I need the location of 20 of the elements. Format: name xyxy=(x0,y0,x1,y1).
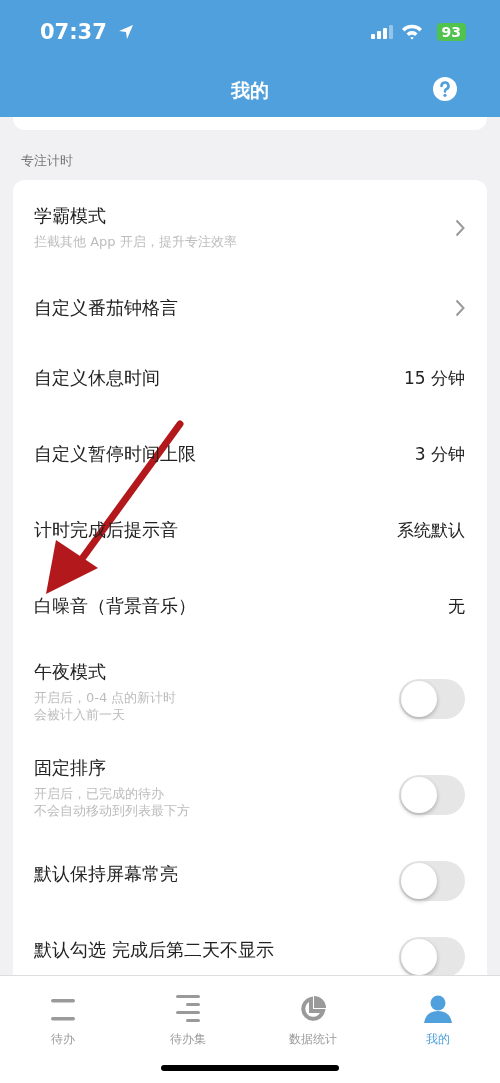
setting-description: 拦截其他 App 开启，提升专注效率 xyxy=(34,234,237,251)
section-label: 专注计时 xyxy=(20,152,74,170)
setting-value[interactable]: 无 xyxy=(448,594,465,618)
setting-title: 默认勾选 完成后第二天不显示 xyxy=(34,938,274,962)
setting-description: 开启后，已完成的待办 xyxy=(34,786,164,803)
setting-description: 不会自动移动到列表最下方 xyxy=(34,803,190,820)
setting-value[interactable]: 3 分钟 xyxy=(414,442,465,466)
setting-title: 默认保持屏幕常亮 xyxy=(34,862,178,886)
setting-title: 学霸模式 xyxy=(34,204,106,229)
setting-description: 开启后，0-4 点的新计时 xyxy=(34,690,177,707)
setting-title: 固定排序 xyxy=(34,756,106,781)
status-time: 07:37 xyxy=(40,20,107,44)
page-title: 我的 xyxy=(231,77,269,103)
setting-title: 自定义休息时间 xyxy=(34,366,160,390)
setting-value[interactable]: 15 分钟 xyxy=(403,366,465,390)
battery-indicator: 93 xyxy=(436,23,466,41)
setting-title: 午夜模式 xyxy=(34,660,106,685)
setting-title: 白噪音（背景音乐） xyxy=(34,594,196,618)
setting-value[interactable]: 系统默认 xyxy=(397,518,465,542)
setting-title: 自定义番茄钟格言 xyxy=(34,295,178,320)
